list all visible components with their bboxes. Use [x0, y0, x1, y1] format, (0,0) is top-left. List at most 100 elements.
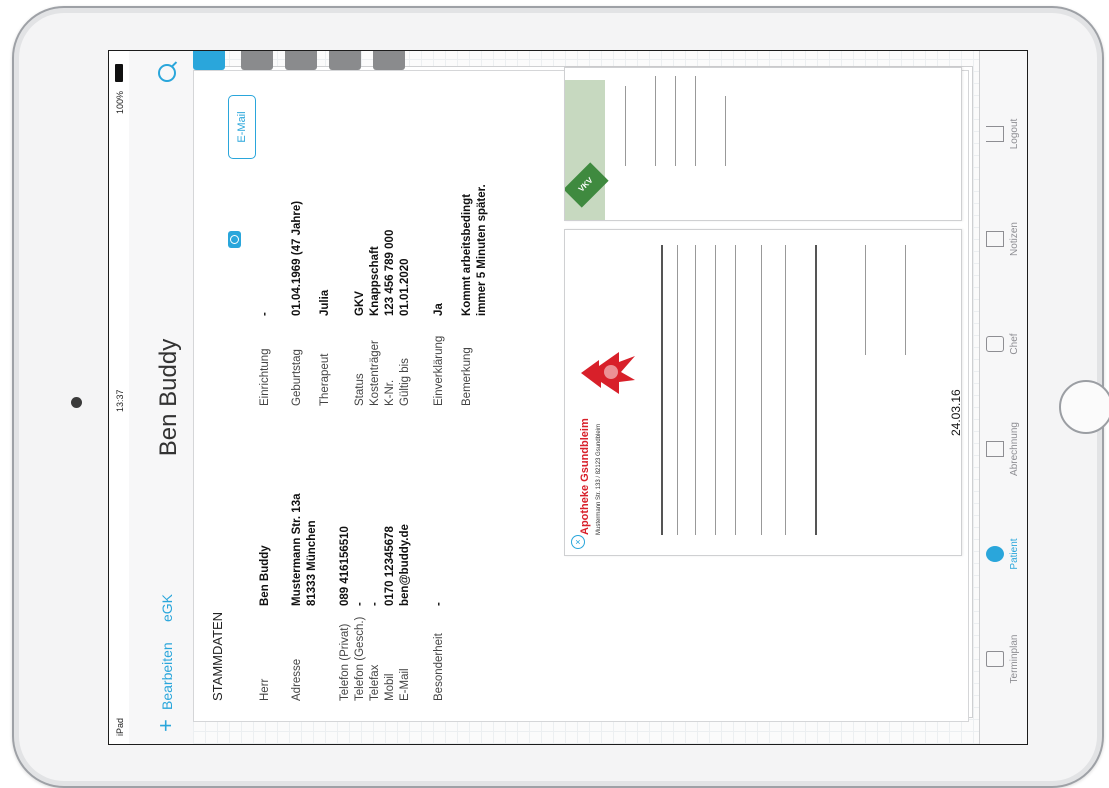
tab-bar: Terminplan Patient Abrechnung Chef Notiz… — [979, 51, 1027, 744]
tab-label: Abrechnung — [1009, 422, 1020, 476]
rotated-app: iPad 13:37 100% + Bearbeiten eGK Ben Bud… — [109, 51, 1027, 744]
tab-label: Chef — [1009, 333, 1020, 355]
bemerkung-line2: immer 5 Minuten später. — [476, 184, 488, 316]
status-bar: iPad 13:37 100% — [109, 51, 129, 744]
search-icon[interactable] — [158, 64, 176, 82]
tel-gesch-value: - — [354, 602, 366, 606]
nav-bar: + Bearbeiten eGK Ben Buddy — [129, 51, 194, 744]
close-icon[interactable]: × — [571, 535, 585, 549]
einrichtung-label: Einrichtung — [259, 348, 271, 406]
besonderheit-label: Besonderheit — [433, 633, 445, 701]
adresse-line2: 81333 München — [306, 520, 318, 606]
tel-privat-label: Telefon (Privat) — [339, 623, 351, 701]
gueltig-label: Gültig bis — [399, 358, 411, 406]
document-sidebar — [193, 51, 979, 72]
geburtstag-label: Geburtstag — [291, 349, 303, 406]
table-divider — [695, 245, 696, 535]
bemerkung-label: Bemerkung — [461, 347, 473, 406]
pen-tab-icon[interactable] — [373, 51, 405, 70]
tel-privat-value: 089 416156510 — [339, 526, 351, 606]
tel-gesch-label: Telefon (Gesch.) — [354, 616, 366, 701]
document-tab-icon[interactable] — [285, 51, 317, 70]
tab-label: Notizen — [1009, 222, 1020, 256]
einrichtung-value: - — [259, 312, 271, 316]
letter-text-line — [695, 76, 696, 166]
table-divider — [865, 245, 866, 355]
table-divider — [715, 245, 716, 535]
adresse-line1: Mustermann Str. 13a — [291, 493, 303, 606]
geburtstag-value: 01.04.1969 (47 Jahre) — [291, 200, 303, 316]
status-value: GKV — [354, 291, 366, 316]
image-tab-icon[interactable] — [241, 51, 273, 70]
tab-abrechnung[interactable]: Abrechnung — [980, 404, 1027, 494]
tab-label: Logout — [1009, 118, 1020, 150]
kostentraeger-value: Knappschaft — [369, 246, 381, 316]
email-value: ben@buddy.de — [399, 524, 411, 606]
content-area: STAMMDATEN E-Mail Herr Ben Buddy Adresse… — [193, 51, 979, 744]
anrede-label: Herr — [259, 678, 271, 701]
table-divider — [735, 245, 736, 535]
tab-notizen[interactable]: Notizen — [980, 194, 1027, 284]
ipad-screen: iPad 13:37 100% + Bearbeiten eGK Ben Bud… — [108, 50, 1028, 745]
gueltig-value: 01.01.2020 — [399, 258, 411, 316]
therapeut-value: Julia — [319, 289, 331, 316]
mobil-label: Mobil — [384, 673, 396, 701]
vkv-letter-document[interactable]: VKV — [564, 67, 962, 221]
camera-icon[interactable] — [228, 231, 241, 248]
knr-label: K-Nr. — [384, 379, 396, 406]
kostentraeger-label: Kostenträger — [369, 340, 381, 406]
status-label: Status — [354, 373, 366, 406]
info-tab-icon[interactable] — [193, 51, 225, 70]
section-title: STAMMDATEN — [210, 611, 225, 701]
telefax-value: - — [369, 602, 381, 606]
email-label: E-Mail — [399, 668, 411, 701]
letter-text-line — [675, 76, 676, 166]
anrede-value: Ben Buddy — [259, 545, 271, 606]
calendar-icon — [986, 651, 1004, 667]
mobil-value: 0170 12345678 — [384, 526, 396, 606]
telefax-label: Telefax — [369, 664, 381, 701]
table-divider — [677, 245, 678, 535]
person-icon — [986, 546, 1004, 562]
tab-label: Patient — [1009, 538, 1020, 570]
letter-text-line — [625, 86, 626, 166]
therapeut-label: Therapeut — [319, 353, 331, 406]
apotheke-document[interactable]: × Apotheke Gsundbleim Mustermann Str. 13… — [564, 229, 962, 556]
tab-chef[interactable]: Chef — [980, 299, 1027, 389]
apotheke-logo-icon — [579, 346, 637, 400]
battery-icon — [115, 64, 123, 82]
apotheke-address: Mustermann Str. 133 / 82123 Gsundbleim — [596, 423, 602, 535]
carrier-label: iPad — [115, 717, 125, 736]
table-divider — [761, 245, 762, 535]
letter-text-line — [725, 96, 726, 166]
table-divider — [785, 245, 786, 535]
table-divider — [815, 245, 817, 535]
notes-icon — [986, 231, 1004, 247]
patient-panel: STAMMDATEN E-Mail Herr Ben Buddy Adresse… — [193, 67, 969, 722]
tab-terminplan[interactable]: Terminplan — [980, 614, 1027, 704]
apotheke-name: Apotheke Gsundbleim — [579, 418, 591, 535]
page-title: Ben Buddy — [155, 338, 182, 457]
status-time: 13:37 — [115, 389, 125, 412]
besonderheit-value: - — [433, 602, 445, 606]
lock-icon — [986, 336, 1004, 352]
hand-tab-icon[interactable] — [329, 51, 361, 70]
table-divider — [661, 245, 663, 535]
home-button[interactable] — [1059, 380, 1109, 434]
einverstaendnis-value: Ja — [433, 303, 445, 316]
email-button[interactable]: E-Mail — [228, 95, 256, 159]
einverstaendnis-label: Einverklärung — [433, 335, 445, 406]
document-date: 24.03.16 — [949, 389, 963, 436]
tab-patient[interactable]: Patient — [980, 509, 1027, 599]
invoice-icon — [986, 441, 1004, 457]
front-camera — [71, 397, 82, 408]
tab-label: Terminplan — [1009, 634, 1020, 684]
letter-text-line — [655, 76, 656, 166]
battery-percent: 100% — [115, 90, 125, 114]
adresse-label: Adresse — [291, 658, 303, 701]
knr-value: 123 456 789 000 — [384, 229, 396, 316]
tab-logout[interactable]: Logout — [980, 89, 1027, 179]
bemerkung-line1: Kommt arbeitsbedingt — [461, 193, 473, 316]
table-divider — [905, 245, 906, 355]
logout-icon — [986, 126, 1004, 142]
